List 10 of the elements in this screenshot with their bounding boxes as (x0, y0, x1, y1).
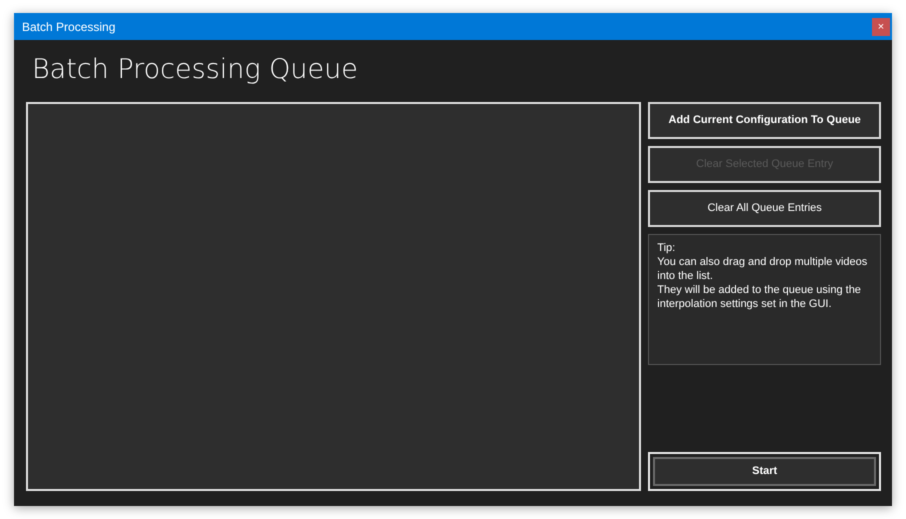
window-title: Batch Processing (22, 18, 116, 36)
page-heading: Batch Processing Queue (32, 54, 359, 87)
start-button[interactable]: Start (653, 457, 876, 486)
tip-text: You can also drag and drop multiple videos into the list. (657, 255, 868, 283)
action-button[interactable]: Add Current Configuration To Queue (648, 102, 881, 139)
close-button[interactable]: × (872, 18, 890, 36)
tip-text: Tip: (657, 241, 676, 255)
tip-text: They will be added to the queue using the interpolation settings set in the GUI. (657, 283, 862, 311)
action-button[interactable]: Clear All Queue Entries (648, 190, 881, 227)
queue-list[interactable] (26, 102, 642, 491)
